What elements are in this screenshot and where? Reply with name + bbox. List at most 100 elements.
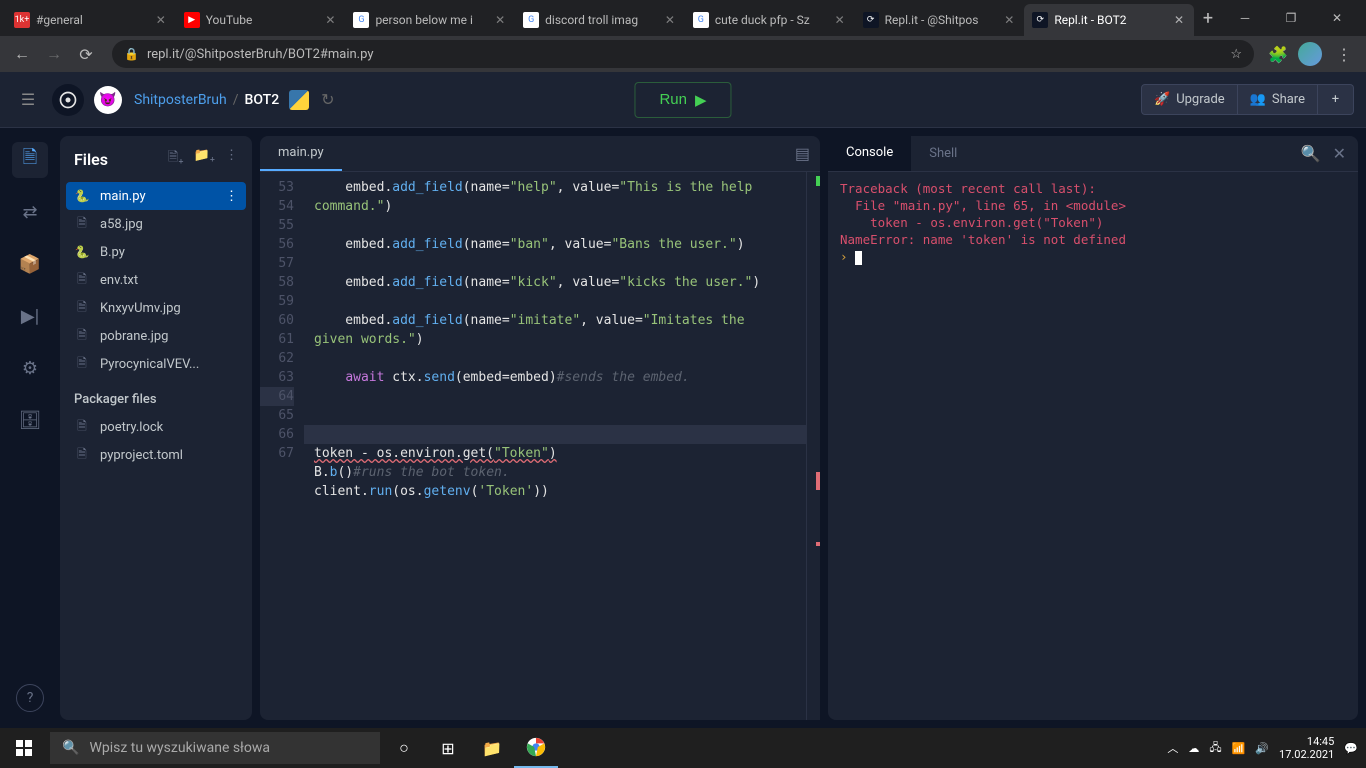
file-item[interactable]: 🗎a58.jpg: [60, 210, 252, 238]
back-button[interactable]: ←: [8, 40, 36, 68]
start-button[interactable]: [0, 728, 48, 768]
tray-network-icon[interactable]: 🖧: [1209, 739, 1221, 758]
version-control-icon[interactable]: ⇄: [12, 194, 48, 230]
upgrade-button[interactable]: 🚀Upgrade: [1141, 84, 1238, 115]
file-name: a58.jpg: [100, 217, 143, 232]
replit-logo[interactable]: [52, 84, 84, 116]
rocket-icon: 🚀: [1154, 92, 1170, 107]
tab-title: Repl.it - BOT2: [1054, 13, 1168, 27]
tab-favicon: G: [523, 12, 539, 28]
tray-wifi-icon[interactable]: 📶: [1232, 742, 1246, 755]
tab-close-icon[interactable]: ✕: [1002, 13, 1016, 27]
browser-tab[interactable]: ▶YouTube✕: [176, 4, 346, 36]
profile-avatar[interactable]: [1298, 42, 1322, 66]
code-editor[interactable]: 535455565758596061626364656667 embed.add…: [260, 172, 820, 720]
chrome-taskbar-icon[interactable]: [514, 728, 558, 768]
tray-onedrive-icon[interactable]: ☁: [1188, 742, 1199, 755]
file-name: main.py: [100, 189, 146, 204]
new-tab-button[interactable]: +: [1194, 4, 1222, 32]
files-rail-icon[interactable]: 🗎: [12, 142, 48, 178]
file-item[interactable]: 🐍B.py: [60, 238, 252, 266]
file-item[interactable]: 🐍 main.py ⋮: [66, 182, 246, 210]
explorer-icon[interactable]: 📁: [470, 728, 514, 768]
tab-close-icon[interactable]: ✕: [663, 13, 677, 27]
tray-volume-icon[interactable]: 🔊: [1255, 742, 1269, 755]
file-item[interactable]: 🗎pyproject.toml: [60, 441, 252, 469]
address-bar[interactable]: 🔒 repl.it/@ShitposterBruh/BOT2#main.py ☆: [112, 40, 1254, 68]
user-avatar[interactable]: 😈: [94, 86, 122, 114]
task-view-icon[interactable]: ⊞: [426, 728, 470, 768]
console-search-icon[interactable]: 🔍: [1301, 144, 1321, 163]
file-icon: 🗎: [74, 272, 90, 288]
database-icon[interactable]: 🗄: [12, 402, 48, 438]
console-clear-icon[interactable]: ✕: [1333, 144, 1346, 163]
extensions-icon[interactable]: 🧩: [1266, 42, 1290, 66]
file-name: PyrocynicalVEV...: [100, 357, 199, 372]
new-folder-icon[interactable]: 📁₊: [194, 148, 215, 170]
packages-icon[interactable]: 📦: [12, 246, 48, 282]
history-icon[interactable]: ↻: [321, 90, 334, 109]
file-icon: 🗎: [74, 356, 90, 372]
tab-close-icon[interactable]: ✕: [833, 13, 847, 27]
browser-tab[interactable]: 1k+#general✕: [6, 4, 176, 36]
breadcrumb-user[interactable]: ShitposterBruh: [134, 92, 227, 108]
editor-tab-main[interactable]: main.py: [260, 136, 342, 171]
tab-title: Repl.it - @Shitpos: [885, 13, 999, 27]
chrome-menu[interactable]: ⋮: [1330, 40, 1358, 68]
browser-tab[interactable]: ⟳Repl.it - BOT2✕: [1024, 4, 1194, 36]
file-menu-icon[interactable]: ⋮: [225, 189, 238, 204]
help-icon[interactable]: ?: [16, 684, 44, 712]
file-item[interactable]: 🗎 KnxyvUmv.jpg: [60, 294, 252, 322]
reload-button[interactable]: ⟳: [72, 40, 100, 68]
file-item[interactable]: 🗎poetry.lock: [60, 413, 252, 441]
browser-tab[interactable]: Gdiscord troll imag✕: [515, 4, 685, 36]
browser-toolbar: ← → ⟳ 🔒 repl.it/@ShitposterBruh/BOT2#mai…: [0, 36, 1366, 72]
file-name: KnxyvUmv.jpg: [100, 301, 181, 316]
window-maximize[interactable]: ❐: [1268, 2, 1314, 34]
settings-icon[interactable]: ⚙: [12, 350, 48, 386]
window-close[interactable]: ✕: [1314, 2, 1360, 34]
file-icon: 🗎: [74, 419, 90, 435]
minimap[interactable]: [806, 172, 820, 720]
tab-close-icon[interactable]: ✕: [154, 13, 168, 27]
editor-panel: main.py ▤ 535455565758596061626364656667…: [260, 136, 820, 720]
share-button[interactable]: 👥Share: [1238, 84, 1318, 115]
browser-tab[interactable]: ⟳Repl.it - @Shitpos✕: [855, 4, 1025, 36]
taskbar-clock[interactable]: 14:45 17.02.2021: [1279, 735, 1334, 761]
markdown-preview-icon[interactable]: ▤: [785, 144, 820, 163]
file-item[interactable]: 🗎pobrane.jpg: [60, 322, 252, 350]
tray-chevron-icon[interactable]: ︿: [1167, 740, 1178, 756]
new-file-icon[interactable]: 🗎₊: [168, 148, 184, 170]
tab-close-icon[interactable]: ✕: [323, 13, 337, 27]
browser-tab[interactable]: Gperson below me i✕: [345, 4, 515, 36]
forward-button[interactable]: →: [40, 40, 68, 68]
replit-header: ☰ 😈 ShitposterBruh / BOT2 ↻ Run▶ 🚀Upgrad…: [0, 72, 1366, 128]
tab-favicon: G: [353, 12, 369, 28]
taskbar-search[interactable]: 🔍 Wpisz tu wyszukiwane słowa: [50, 732, 380, 764]
run-button[interactable]: Run▶: [634, 82, 731, 118]
python-file-icon: 🐍: [74, 188, 90, 204]
hamburger-menu[interactable]: ☰: [12, 84, 44, 116]
file-icon: 🗎: [74, 328, 90, 344]
cortana-icon[interactable]: ○: [382, 728, 426, 768]
window-minimize[interactable]: ─: [1222, 2, 1268, 34]
shell-tab[interactable]: Shell: [911, 136, 975, 171]
breadcrumb-project[interactable]: BOT2: [245, 92, 280, 108]
console-output[interactable]: Traceback (most recent call last): File …: [828, 172, 1358, 720]
add-collaborator-button[interactable]: +: [1318, 84, 1354, 115]
console-tab[interactable]: Console: [828, 136, 911, 171]
debugger-icon[interactable]: ▶|: [12, 298, 48, 334]
file-item[interactable]: 🗎env.txt: [60, 266, 252, 294]
browser-tab-strip: 1k+#general✕▶YouTube✕Gperson below me i✕…: [0, 0, 1366, 36]
files-menu-icon[interactable]: ⋮: [225, 148, 238, 170]
share-icon: 👥: [1250, 92, 1266, 107]
tab-title: YouTube: [206, 13, 320, 27]
notifications-icon[interactable]: 💬: [1344, 742, 1358, 755]
browser-tab[interactable]: Gcute duck pfp - Sz✕: [685, 4, 855, 36]
bookmark-icon[interactable]: ☆: [1230, 47, 1242, 62]
file-icon: 🗎: [74, 300, 90, 316]
tab-close-icon[interactable]: ✕: [1172, 13, 1186, 27]
tab-close-icon[interactable]: ✕: [493, 13, 507, 27]
file-item[interactable]: 🗎 PyrocynicalVEV...: [60, 350, 252, 378]
tab-favicon: 1k+: [14, 12, 30, 28]
